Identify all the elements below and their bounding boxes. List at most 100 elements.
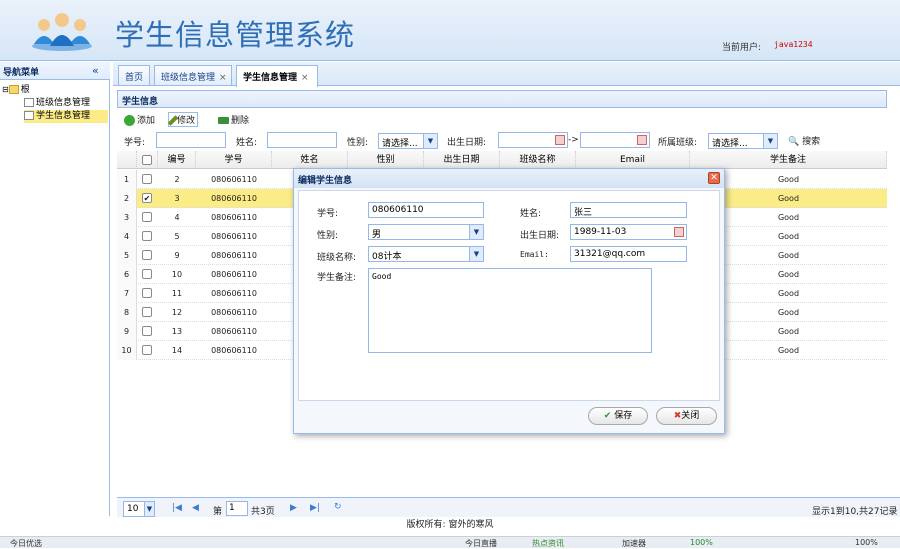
- name-search-input[interactable]: [267, 132, 337, 148]
- row-checkbox[interactable]: [142, 250, 152, 260]
- tab-label: 学生信息管理: [243, 73, 298, 83]
- tab-student-mgmt[interactable]: 学生信息管理 ×: [236, 65, 318, 87]
- page-size-select[interactable]: 10 ▼: [123, 501, 155, 517]
- birth-start-input[interactable]: [498, 132, 568, 148]
- copyright: 版权所有: 窗外的寒风: [406, 520, 494, 530]
- grid-header-remark[interactable]: 学生备注: [690, 151, 887, 169]
- save-label: 保存: [614, 411, 633, 421]
- row-checkbox[interactable]: [142, 288, 152, 298]
- grid-header-email[interactable]: Email: [576, 151, 690, 169]
- grid-header-name[interactable]: 姓名: [272, 151, 348, 169]
- dlg-name-input[interactable]: 张三: [570, 202, 687, 218]
- row-checkbox[interactable]: ✔: [142, 193, 152, 203]
- row-checkbox[interactable]: [142, 174, 152, 184]
- birth-end-input[interactable]: [580, 132, 650, 148]
- grid-header-sno[interactable]: 学号: [196, 151, 272, 169]
- search-icon: 🔍: [788, 137, 800, 147]
- row-checkbox[interactable]: [142, 212, 152, 222]
- sidebar-item-label: 学生信息管理: [36, 111, 91, 121]
- dlg-name-label: 姓名:: [520, 209, 542, 219]
- tab-home[interactable]: 首页: [118, 65, 150, 85]
- grid-header-checkbox[interactable]: [137, 151, 158, 169]
- close-icon[interactable]: ×: [301, 73, 309, 83]
- row-checkbox[interactable]: [142, 269, 152, 279]
- close-button[interactable]: ✖关闭: [656, 407, 717, 425]
- zoom-level[interactable]: 100%: [855, 538, 878, 547]
- row-number: 7: [117, 284, 137, 303]
- status-live[interactable]: 今日直播: [465, 538, 497, 549]
- cell-id: 4: [174, 213, 180, 222]
- select-all-checkbox[interactable]: [142, 155, 152, 165]
- next-page-icon[interactable]: ▶: [290, 503, 297, 513]
- close-icon[interactable]: ×: [219, 73, 227, 83]
- tree-root[interactable]: ⊟ 根: [2, 83, 30, 96]
- status-left[interactable]: 今日优选: [10, 538, 42, 549]
- dlg-class-select[interactable]: 08计本 ▼: [368, 246, 484, 262]
- sidebar-item-class-mgmt[interactable]: 班级信息管理: [24, 97, 90, 110]
- dlg-sex-select[interactable]: 男 ▼: [368, 224, 484, 240]
- last-page-icon[interactable]: ▶|: [310, 503, 320, 513]
- row-checkbox[interactable]: [142, 231, 152, 241]
- dlg-email-label: Email:: [520, 250, 549, 259]
- save-button[interactable]: ✔ 保存: [588, 407, 648, 425]
- double-chevron-left-icon[interactable]: «: [92, 64, 99, 77]
- dlg-sno-input[interactable]: 080606110: [368, 202, 484, 218]
- cell-sno: 080606110: [211, 327, 257, 336]
- row-checkbox[interactable]: [142, 307, 152, 317]
- sex-select[interactable]: 请选择... ▼: [378, 133, 438, 149]
- cell-sno: 080606110: [211, 175, 257, 184]
- grid-header-id[interactable]: 编号: [158, 151, 196, 169]
- cell-id: 3: [174, 194, 180, 203]
- row-number: 1: [117, 170, 137, 189]
- class-select-value: 请选择...: [712, 139, 748, 149]
- calendar-icon[interactable]: [555, 135, 565, 145]
- add-button[interactable]: 添加: [124, 113, 155, 126]
- class-select[interactable]: 请选择... ▼: [708, 133, 778, 149]
- row-number: 6: [117, 265, 137, 284]
- cell-id: 9: [174, 251, 180, 260]
- first-page-icon[interactable]: |◀: [172, 503, 182, 513]
- tree-collapse-icon[interactable]: ⊟: [2, 85, 9, 94]
- chevron-down-icon[interactable]: ▼: [144, 502, 154, 516]
- prev-page-icon[interactable]: ◀: [192, 503, 199, 513]
- tree-root-label: 根: [20, 85, 30, 95]
- chevron-down-icon[interactable]: ▼: [469, 225, 483, 239]
- sidebar-item-student-mgmt[interactable]: 学生信息管理: [24, 110, 108, 123]
- page-number-input[interactable]: 1: [226, 501, 248, 516]
- row-checkbox[interactable]: [142, 326, 152, 336]
- dlg-birth-input[interactable]: 1989-11-03: [570, 224, 687, 240]
- cell-sno: 080606110: [211, 270, 257, 279]
- dialog-close-icon[interactable]: ✕: [708, 172, 720, 184]
- grid-header-rownum: [117, 151, 137, 169]
- chevron-down-icon[interactable]: ▼: [469, 247, 483, 261]
- status-accel[interactable]: 加速器: [622, 538, 646, 549]
- calendar-icon[interactable]: [637, 135, 647, 145]
- grid-header-birth[interactable]: 出生日期: [424, 151, 500, 169]
- delete-label: 删除: [231, 116, 250, 126]
- tab-class-mgmt[interactable]: 班级信息管理 ×: [154, 65, 232, 85]
- status-news[interactable]: 热点资讯: [532, 538, 564, 549]
- dlg-email-input[interactable]: 31321@qq.com: [570, 246, 687, 262]
- row-number: 4: [117, 227, 137, 246]
- delete-button[interactable]: 删除: [218, 113, 249, 126]
- cell-id: 13: [171, 327, 183, 336]
- search-button-label: 搜索: [802, 137, 821, 147]
- row-checkbox[interactable]: [142, 345, 152, 355]
- close-label: 关闭: [681, 411, 700, 421]
- sno-search-input[interactable]: [156, 132, 226, 148]
- search-button[interactable]: 🔍 搜索: [788, 134, 820, 147]
- dlg-remark-textarea[interactable]: Good: [368, 268, 652, 353]
- grid-header-class[interactable]: 班级名称: [500, 151, 576, 169]
- add-label: 添加: [137, 116, 156, 126]
- check-icon: ✔: [603, 411, 612, 421]
- edit-button[interactable]: 修改: [167, 112, 199, 127]
- calendar-icon[interactable]: [674, 227, 684, 237]
- chevron-down-icon[interactable]: ▼: [423, 134, 437, 148]
- dlg-sex-label: 性别:: [317, 231, 339, 241]
- refresh-icon[interactable]: ↻: [334, 502, 342, 512]
- tab-label: 班级信息管理: [161, 73, 216, 83]
- name-search-label: 姓名:: [236, 138, 258, 148]
- chevron-down-icon[interactable]: ▼: [763, 134, 777, 148]
- grid-header-sex[interactable]: 性别: [348, 151, 424, 169]
- page-prefix: 第: [213, 507, 223, 517]
